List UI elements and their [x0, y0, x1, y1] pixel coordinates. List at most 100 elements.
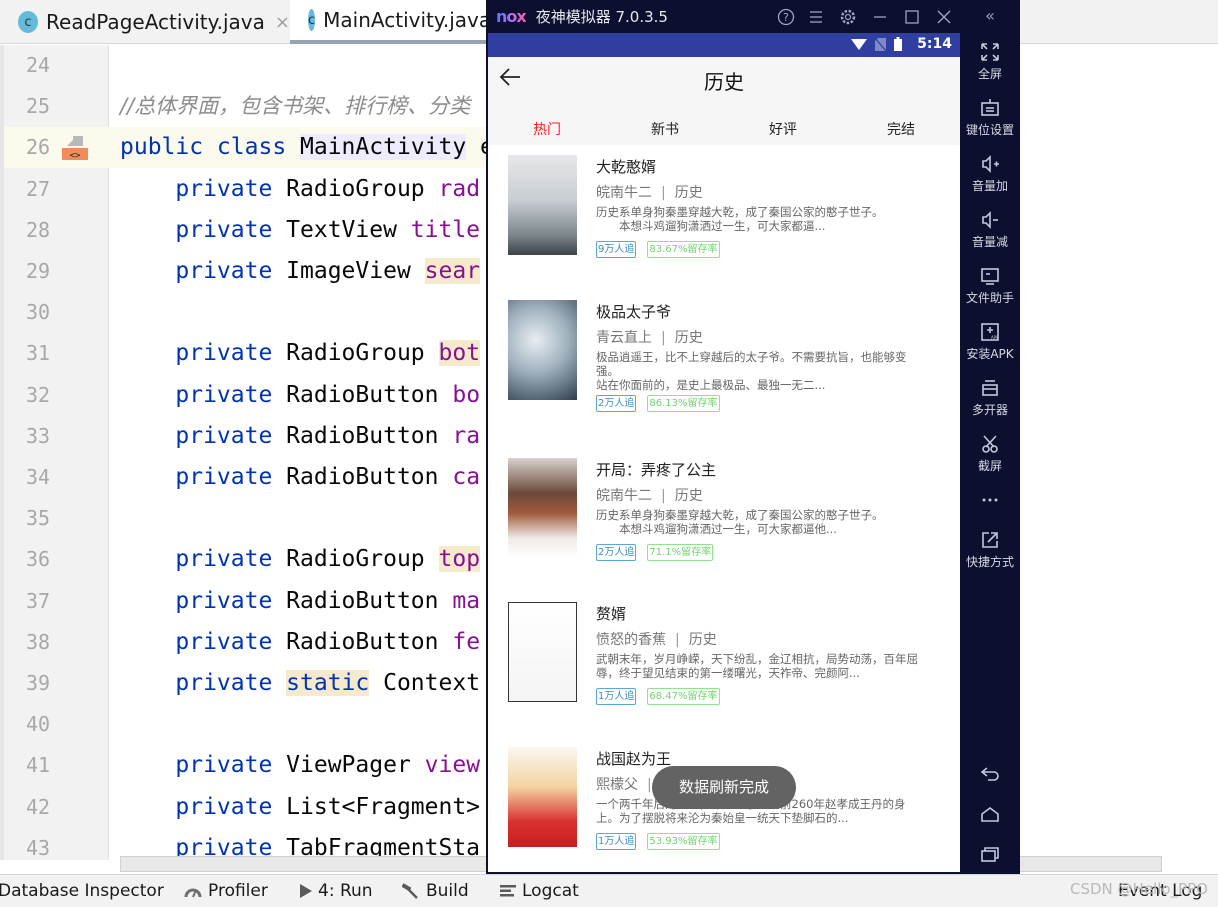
code-line[interactable]: 28 private TextView title — [0, 210, 486, 251]
code-token: ca — [452, 464, 481, 490]
logcat-button[interactable]: Logcat — [500, 881, 579, 901]
book-list-item[interactable]: 开局：弄疼了公主 皖南牛二 | 历史 历史系单身狗秦墨穿越大乾，成了秦国公家的憨子世子。… — [488, 448, 960, 593]
book-cover-image[interactable] — [508, 458, 577, 558]
code-token: ViewPager — [286, 752, 425, 779]
book-cover-image[interactable] — [508, 300, 577, 400]
code-token: RadioButton — [286, 628, 453, 655]
sidebar-item-file-helper[interactable]: 文件助手 — [960, 266, 1020, 306]
book-title: 极品太子爷 — [596, 303, 672, 321]
book-list[interactable]: 大乾憨婿 皖南牛二 | 历史 历史系单身狗秦墨穿越大乾，成了秦国公家的憨子世子。 本想斗… — [488, 145, 960, 872]
book-meta: 青云直上 | 历史 — [596, 327, 703, 347]
code-line[interactable]: 36 private RadioGroup top — [0, 539, 486, 580]
sidebar-item-label: 快捷方式 — [965, 555, 1014, 569]
book-list-item[interactable]: 大乾憨婿 皖南牛二 | 历史 历史系单身狗秦墨穿越大乾，成了秦国公家的憨子世子。 本想斗… — [488, 145, 960, 290]
code-line[interactable]: 41 private ViewPager view — [0, 745, 486, 786]
code-line[interactable]: 39 private static Context — [0, 663, 486, 704]
code-line[interactable]: 35 — [0, 498, 486, 539]
code-line[interactable]: 30 — [0, 292, 486, 333]
code-token: private — [120, 464, 287, 490]
sidebar-item-install-apk[interactable]: APK 安装APK — [960, 322, 1020, 362]
app-bar: 历史 热门 新书 好评 完结 — [488, 57, 960, 145]
shortcut-icon — [960, 530, 1020, 550]
back-icon[interactable] — [980, 766, 1000, 782]
tab-hot[interactable]: 热门 — [488, 115, 606, 145]
code-line[interactable]: 26 public class MainActivity e — [0, 127, 486, 168]
sidebar-item-screenshot[interactable]: 截屏 — [960, 434, 1020, 474]
book-cover-image[interactable] — [508, 747, 577, 847]
book-meta: 皖南牛二 | 历史 — [596, 182, 703, 202]
sidebar-item-shortcut[interactable]: 快捷方式 — [960, 530, 1020, 570]
retention-badge: 68.47%留存率 — [647, 688, 720, 705]
collapse-sidebar-button[interactable]: « — [960, 6, 1020, 25]
code-line[interactable]: 33 private RadioButton ra — [0, 416, 486, 457]
sidebar-item-keyboard[interactable]: 键位设置 — [960, 98, 1020, 138]
sidebar-item-more[interactable] — [960, 490, 1020, 513]
volume-down-icon — [960, 210, 1020, 230]
code-line[interactable]: 38 private RadioButton fe — [0, 622, 486, 663]
sidebar-item-label: 键位设置 — [965, 123, 1014, 137]
code-line[interactable]: 25 //总体界面，包含书架、排行榜、分类 — [0, 86, 486, 127]
profiler-label: Profiler — [208, 881, 268, 901]
tab-new[interactable]: 新书 — [606, 115, 724, 145]
maximize-icon[interactable] — [902, 7, 922, 27]
run-button[interactable]: 4: Run — [300, 881, 373, 901]
book-category: 历史 — [674, 488, 703, 504]
followers-badge: 9万人追 — [596, 241, 637, 258]
code-token: ImageView — [286, 258, 425, 284]
code-line[interactable]: 32 private RadioButton bo — [0, 375, 486, 416]
code-token: ma — [452, 587, 481, 614]
profiler-button[interactable]: Profiler — [184, 881, 268, 901]
menu-icon[interactable] — [806, 7, 826, 27]
line-number: 33 — [26, 423, 51, 448]
fullscreen-icon — [960, 42, 1020, 62]
database-inspector-button[interactable]: Database Inspector — [0, 881, 164, 901]
settings-icon[interactable] — [838, 7, 858, 27]
code-text: private RadioButton ra — [120, 416, 480, 457]
code-token: RadioButton — [286, 464, 453, 490]
meta-separator: | — [661, 488, 666, 504]
code-token: RadioButton — [286, 587, 453, 614]
book-title: 赘婿 — [596, 605, 627, 623]
tab-good-review[interactable]: 好评 — [724, 115, 842, 145]
followers-badge: 1万人追 — [596, 688, 637, 705]
code-line[interactable]: 31 private RadioGroup bot — [0, 333, 486, 374]
code-line[interactable]: 27 private RadioGroup rad — [0, 169, 486, 210]
minimize-icon[interactable] — [870, 7, 890, 27]
code-token: fe — [452, 628, 481, 655]
toast-message: 数据刷新完成 — [652, 766, 796, 809]
code-line[interactable]: 29 private ImageView sear — [0, 251, 486, 292]
code-token: private — [120, 422, 287, 449]
build-button[interactable]: Build — [402, 881, 469, 901]
book-cover-image[interactable] — [508, 155, 577, 255]
meta-separator: | — [661, 330, 666, 346]
recents-icon[interactable] — [980, 846, 1000, 862]
book-meta: 愤怒的香蕉 | 历史 — [596, 629, 717, 649]
code-line[interactable]: 37 private RadioButton ma — [0, 581, 486, 622]
home-icon[interactable] — [980, 806, 1000, 822]
book-list-item[interactable]: 赘婿 愤怒的香蕉 | 历史 武朝末年，岁月峥嵘，天下纷乱，金辽相抗，局势动荡，百年屈辱，… — [488, 592, 960, 737]
code-line[interactable]: 42 private List<Fragment> — [0, 787, 486, 828]
book-author: 青云直上 — [596, 330, 652, 346]
sidebar-item-fullscreen[interactable]: 全屏 — [960, 42, 1020, 82]
sidebar-item-label: 全屏 — [977, 67, 1002, 81]
book-cover-image[interactable] — [508, 602, 577, 702]
sidebar-item-volume-down[interactable]: 音量减 — [960, 210, 1020, 250]
code-line[interactable]: 24 — [0, 45, 486, 86]
android-status-bar: 5:14 — [488, 33, 960, 57]
code-token: e — [466, 134, 486, 160]
sidebar-item-multi-instance[interactable]: 多开器 — [960, 378, 1020, 418]
code-line[interactable]: 34 private RadioButton ca — [0, 457, 486, 498]
code-editor[interactable]: 24 25 //总体界面，包含书架、排行榜、分类 26 public class Mai… — [0, 0, 486, 860]
tool-window-bar: Database Inspector Profiler 4: Run Build… — [0, 874, 1218, 907]
install-apk-icon: APK — [960, 322, 1020, 342]
book-list-item[interactable]: 极品太子爷 青云直上 | 历史 极品逍遥王，比不上穿越后的太子爷。不需要抗旨，也能够变强… — [488, 290, 960, 435]
code-line[interactable]: 40 — [0, 704, 486, 745]
code-token: private — [120, 546, 287, 573]
tab-completed[interactable]: 完结 — [842, 115, 960, 145]
close-icon[interactable] — [934, 7, 954, 27]
help-icon[interactable]: ? — [776, 7, 796, 27]
line-number: 29 — [26, 259, 51, 283]
book-tags: 9万人追 83.67%留存率 — [596, 241, 720, 258]
sidebar-item-volume-up[interactable]: 音量加 — [960, 154, 1020, 194]
code-token: private — [120, 587, 287, 614]
